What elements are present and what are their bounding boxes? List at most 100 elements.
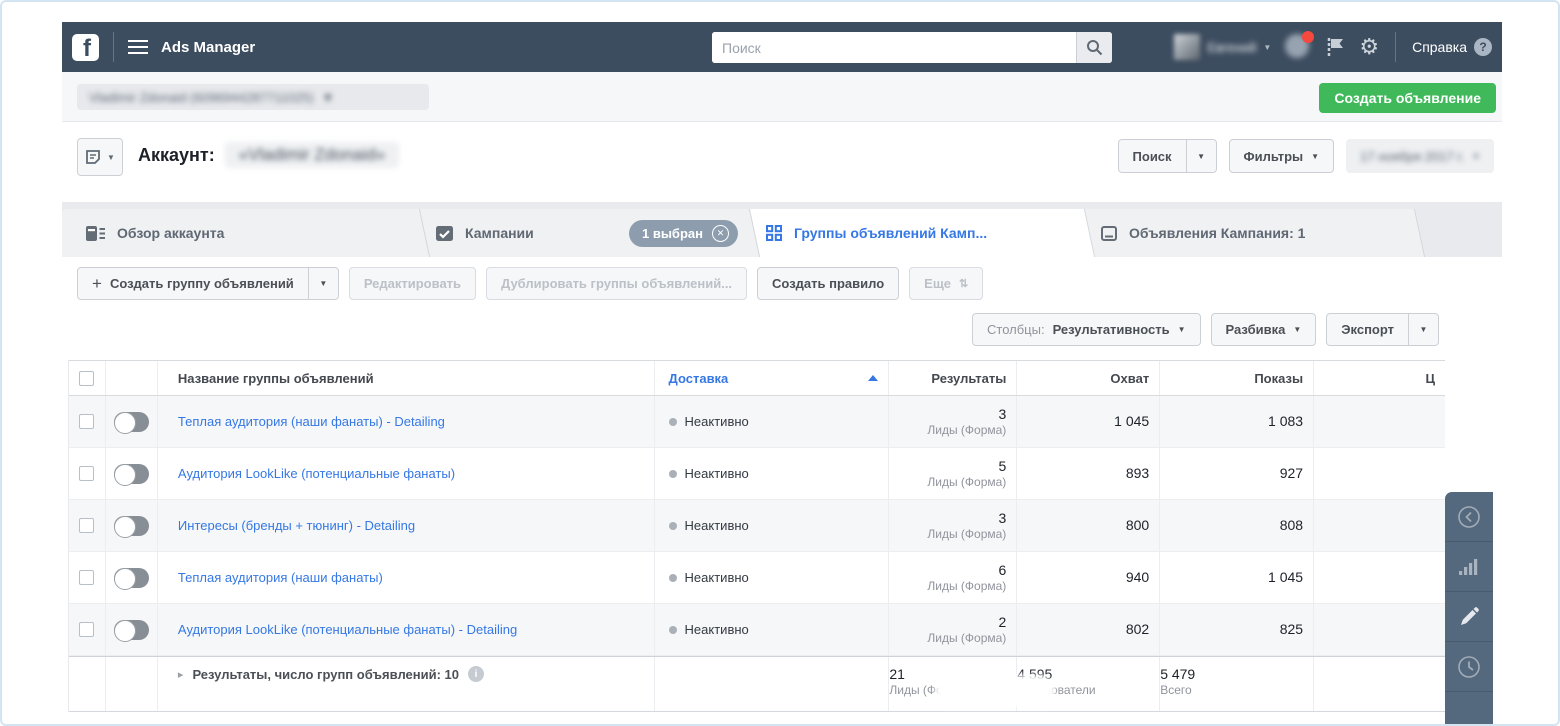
hamburger-menu-icon[interactable] [128,36,148,58]
row-toggle[interactable] [114,412,149,432]
adset-name-link[interactable]: Теплая аудитория (наши фанаты) - Detaili… [178,414,445,429]
search-button[interactable]: Поиск [1118,139,1187,173]
create-adset-split-button: + Создать группу объявлений ▼ [77,267,339,300]
header-results[interactable]: Результаты [889,361,1017,395]
row-checkbox[interactable] [79,570,94,585]
tab-campaigns[interactable]: Кампании 1 выбран ✕ [412,209,742,257]
select-all-checkbox[interactable] [79,371,94,386]
edit-panel-button[interactable] [1445,592,1493,642]
filters-label: Фильтры [1244,149,1304,164]
adset-name-link[interactable]: Аудитория LookLike (потенциальные фанаты… [178,622,517,637]
expand-triangle-icon: ▸ [178,668,184,681]
account-header-row: ▼ Аккаунт: «Vladimir Zdonaid» Поиск ▼ Фи… [62,122,1502,192]
row-toggle[interactable] [114,620,149,640]
charts-panel-button[interactable] [1445,542,1493,592]
history-panel-button[interactable] [1445,642,1493,692]
user-menu[interactable]: Евгений ▼ [1174,34,1271,60]
notifications-button[interactable] [1285,34,1311,60]
edit-button[interactable]: Редактировать [349,267,476,300]
create-adset-button[interactable]: + Создать группу объявлений [77,267,309,300]
account-row-actions: Поиск ▼ Фильтры ▼ 17 ноября 2017 г. ▼ [1118,139,1494,173]
tab-ads[interactable]: Объявления Кампания: 1 [1077,209,1407,257]
header-impressions[interactable]: Показы [1160,361,1314,395]
search-icon [1086,39,1103,56]
reach-value: 802 [1126,621,1149,638]
row-toggle[interactable] [114,464,149,484]
create-ad-button[interactable]: Создать объявление [1319,83,1496,113]
chevron-down-icon: ▼ [319,279,327,288]
row-toggle[interactable] [114,568,149,588]
header-delivery[interactable]: Доставка [655,361,890,395]
impressions-value: 1 083 [1268,413,1303,430]
reach-value: 940 [1126,569,1149,586]
search-dropdown-button[interactable]: ▼ [1186,139,1217,173]
adset-name-link[interactable]: Аудитория LookLike (потенциальные фанаты… [178,466,455,481]
flag-button[interactable] [1325,36,1345,58]
header-reach[interactable]: Охват [1017,361,1160,395]
bar-chart-icon [1458,557,1480,577]
facebook-logo-icon[interactable]: f [72,34,99,61]
account-selector-dropdown[interactable]: Vladimir Zdonaid (6096944287711025) ▼ [77,84,429,110]
info-icon[interactable]: i [468,666,484,682]
export-button[interactable]: Экспорт [1326,313,1409,346]
breakdown-button[interactable]: Разбивка ▼ [1211,313,1317,346]
row-checkbox[interactable] [79,414,94,429]
status-dot-icon [669,522,677,530]
sort-arrows-icon: ⇅ [959,277,968,290]
filters-button[interactable]: Фильтры ▼ [1229,139,1335,173]
divider [113,32,114,62]
tab-label: Объявления Кампания: 1 [1129,225,1305,241]
adset-name-link[interactable]: Интересы (бренды + тюнинг) - Detailing [178,518,415,533]
pencil-icon [1458,606,1480,628]
results-value: 3 [999,510,1007,527]
impressions-value: 825 [1280,621,1303,638]
create-adset-dropdown[interactable]: ▼ [308,267,339,300]
chevron-down-icon: ▼ [1472,152,1480,161]
account-selector-bar: Vladimir Zdonaid (6096944287711025) ▼ Со… [62,72,1502,122]
search-input[interactable] [712,32,1076,63]
flag-icon [1325,36,1345,58]
help-link[interactable]: Справка ? [1412,38,1492,56]
header-cost[interactable]: Ц [1314,361,1445,395]
tab-ad-sets[interactable]: Группы объявлений Камп... [742,209,1077,257]
columns-prefix: Столбцы: [987,322,1045,337]
row-toggle[interactable] [114,516,149,536]
chevron-down-icon: ▼ [1263,43,1271,52]
adset-name-link[interactable]: Теплая аудитория (наши фанаты) [178,570,383,585]
chevron-down-icon: ▼ [1311,152,1319,161]
selected-count-badge: 1 выбран ✕ [629,220,738,247]
results-value: 5 [999,458,1007,475]
header-name[interactable]: Название группы объявлений [158,361,655,395]
table-header: Название группы объявлений Доставка Резу… [69,360,1445,396]
tab-account-overview[interactable]: Обзор аккаунта [62,209,412,257]
settings-gear-icon[interactable]: ⚙ [1359,36,1379,58]
account-name-value: «Vladimir Zdonaid» [225,142,399,168]
notes-dropdown-button[interactable]: ▼ [77,138,123,176]
chevron-left-circle-icon [1457,505,1481,529]
chevron-down-icon: ▼ [1197,152,1205,161]
footer-summary[interactable]: ▸ Результаты, число групп объявлений: 10… [178,666,484,682]
results-type: Лиды (Форма) [927,423,1006,438]
export-dropdown[interactable]: ▼ [1408,313,1439,346]
create-rule-button[interactable]: Создать правило [757,267,899,300]
more-button[interactable]: Еще ⇅ [909,267,983,300]
status-dot-icon [669,418,677,426]
reach-value: 893 [1126,465,1149,482]
collapse-panel-button[interactable] [1445,492,1493,542]
columns-button[interactable]: Столбцы: Результативность ▼ [972,313,1201,346]
row-checkbox[interactable] [79,622,94,637]
footer-summary-label: Результаты, число групп объявлений: 10 [192,667,459,682]
row-checkbox[interactable] [79,466,94,481]
results-value: 6 [999,562,1007,579]
ad-sets-grid-icon [766,225,782,241]
row-checkbox[interactable] [79,518,94,533]
search-button[interactable] [1076,32,1112,63]
duplicate-button[interactable]: Дублировать группы объявлений... [486,267,747,300]
results-type: Лиды (Форма) [927,631,1006,646]
tab-strip: Обзор аккаунта Кампании 1 выбран ✕ [62,202,1502,257]
table-row: Интересы (бренды + тюнинг) - Detailing Н… [69,500,1445,552]
clear-selection-button[interactable]: ✕ [712,225,729,242]
status-dot-icon [669,626,677,634]
date-range-picker[interactable]: 17 ноября 2017 г. ▼ [1346,139,1494,173]
search-split-button: Поиск ▼ [1118,139,1217,173]
